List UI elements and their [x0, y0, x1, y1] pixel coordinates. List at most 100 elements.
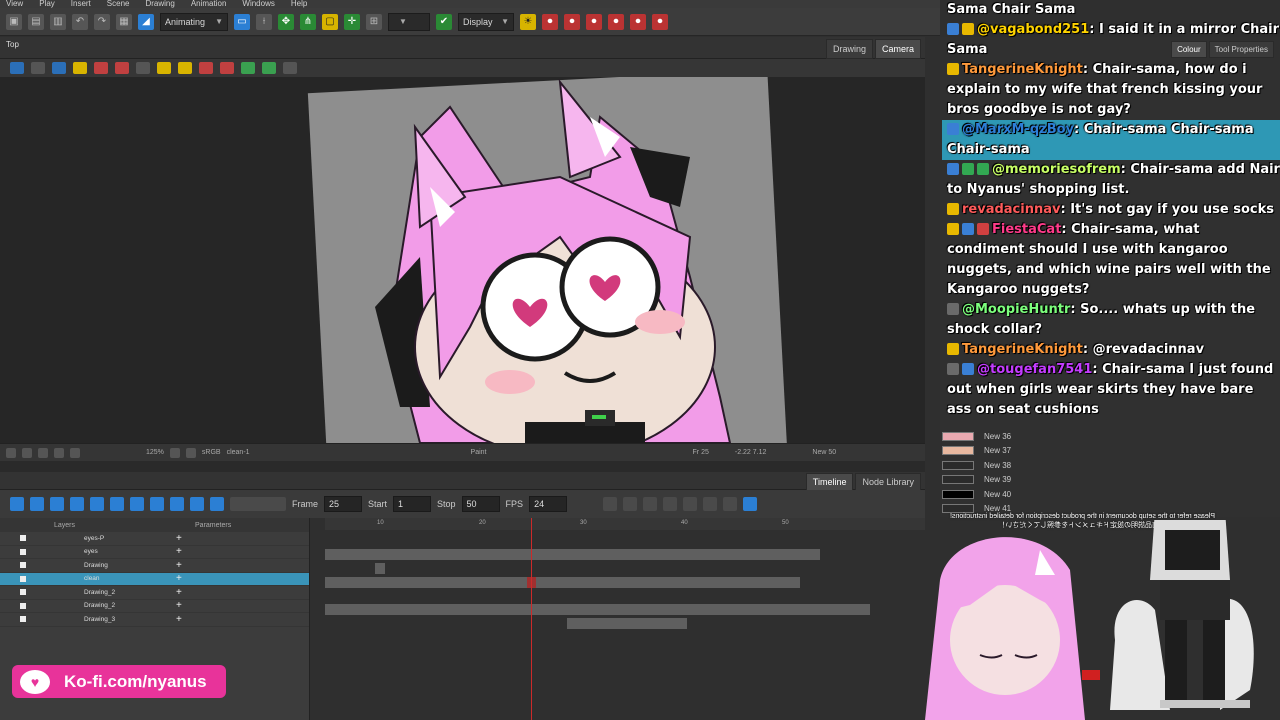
scene-icon[interactable]: ▥ [50, 13, 66, 30]
layer-track[interactable] [325, 604, 870, 615]
tangent-icon[interactable] [703, 497, 718, 511]
bounding-box-icon[interactable]: ▢ [322, 13, 338, 30]
color-swatch[interactable] [942, 446, 974, 455]
playhead[interactable] [531, 518, 532, 720]
add-keyframe-icon[interactable]: + [176, 600, 182, 611]
fps-field[interactable]: 24 [529, 496, 568, 512]
menu-help[interactable]: Help [291, 0, 307, 8]
lock-icon[interactable] [73, 62, 87, 74]
brush-toggle-icon[interactable]: ◢ [138, 13, 154, 30]
peg-icon[interactable]: ✥ [278, 13, 294, 30]
contour-tool-icon[interactable] [31, 62, 45, 74]
delete-key-icon[interactable] [723, 497, 738, 511]
menu-drawing[interactable]: Drawing [145, 0, 174, 8]
chat-username[interactable]: @tougefan7541 [977, 362, 1092, 377]
color-swatch[interactable] [942, 475, 974, 484]
safe-area-icon[interactable] [22, 447, 32, 458]
mode-select[interactable]: Animating ▼ [160, 12, 228, 31]
lightbulb-icon[interactable]: ☀ [520, 13, 536, 30]
layer-track[interactable] [325, 549, 820, 560]
play-selection-icon[interactable] [150, 497, 164, 511]
stop-field[interactable]: 50 [461, 496, 500, 512]
loop-icon[interactable] [170, 497, 184, 511]
grid-icon[interactable]: ⊞ [366, 13, 382, 30]
display-select[interactable]: Display ▼ [458, 12, 514, 31]
chat-username[interactable]: @MoopieHuntr [962, 302, 1070, 317]
visibility-toggle-icon[interactable] [20, 616, 26, 623]
layer-row[interactable]: eyes + [0, 546, 309, 559]
menu-animation[interactable]: Animation [191, 0, 227, 8]
layer-row[interactable]: Drawing_3 + [0, 613, 309, 627]
palette-entry[interactable]: New 36 [940, 429, 1280, 443]
zoom-select[interactable]: ▼ [388, 12, 430, 31]
layer-track[interactable] [375, 563, 385, 574]
sound-icon[interactable] [190, 497, 204, 511]
layer-track-selected[interactable] [325, 577, 800, 588]
chat-username[interactable]: TangerineKnight [962, 62, 1083, 77]
shape-tool-icon[interactable] [241, 62, 255, 74]
eraser-tool-icon[interactable] [136, 62, 150, 74]
chat-username[interactable]: TangerineKnight [962, 342, 1083, 357]
select-tool-icon[interactable] [10, 62, 24, 74]
layer-row[interactable]: Drawing_2 + [0, 586, 309, 600]
onion-skin-icon[interactable] [54, 447, 64, 458]
keyframe-icon-3[interactable]: ⏺ [586, 13, 602, 30]
next-frame-icon[interactable] [90, 497, 104, 511]
sound-scrub-icon[interactable] [210, 497, 224, 511]
kofi-link[interactable]: Ko-fi.com/nyanus [64, 672, 207, 692]
visibility-toggle-icon[interactable] [20, 589, 26, 596]
frame-field[interactable]: 25 [324, 496, 363, 512]
palette-entry[interactable]: New 40 [940, 487, 1280, 501]
layer-row[interactable]: clean + [0, 572, 309, 586]
save-all-icon[interactable]: ▤ [28, 13, 44, 30]
add-keyframe-icon[interactable]: + [176, 573, 182, 584]
tab-timeline[interactable]: Timeline [805, 473, 854, 491]
kofi-banner[interactable]: ♥ Ko-fi.com/nyanus [12, 665, 226, 698]
keyframe-icon-5[interactable]: ⏺ [630, 13, 646, 30]
palette-entry[interactable]: New 37 [940, 444, 1280, 458]
stop-motion-icon[interactable] [663, 497, 678, 511]
camera-viewport[interactable] [0, 77, 925, 443]
render-icon[interactable] [743, 497, 758, 511]
tab-node-library[interactable]: Node Library [855, 473, 921, 491]
timeline-exposure[interactable]: 10 20 30 40 50 [325, 518, 925, 720]
visibility-toggle-icon[interactable] [20, 562, 26, 569]
tab-drawing[interactable]: Drawing [825, 39, 873, 59]
paint-tool-icon[interactable] [157, 62, 171, 74]
undo-icon[interactable]: ↶ [72, 13, 88, 30]
ellipse-tool-icon[interactable] [262, 62, 276, 74]
reset-view-icon[interactable] [185, 447, 196, 458]
visibility-toggle-icon[interactable] [20, 602, 26, 609]
save-icon[interactable]: ▣ [6, 13, 22, 30]
visibility-toggle-icon[interactable] [20, 548, 26, 555]
curve-icon[interactable] [683, 497, 698, 511]
polyline-tool-icon[interactable] [283, 62, 297, 74]
view-mode-icon[interactable] [6, 447, 16, 458]
add-keyframe-icon[interactable]: + [176, 546, 182, 557]
chat-username[interactable]: revadacinnav [962, 202, 1060, 217]
prev-frame-icon[interactable] [30, 497, 44, 511]
pencil-tool-icon[interactable] [115, 62, 129, 74]
transform-icon[interactable]: ⟊ [256, 13, 272, 30]
move-icon[interactable]: ✛ [344, 13, 360, 30]
add-keyframe-icon[interactable]: + [176, 614, 182, 625]
key-type-icon[interactable] [603, 497, 618, 511]
visibility-toggle-icon[interactable] [20, 535, 26, 542]
chat-username[interactable]: @MarxM-qzBoy [962, 122, 1074, 137]
animate-mode-icon[interactable]: ✔ [436, 13, 452, 30]
start-field[interactable]: 1 [393, 496, 432, 512]
light-table-icon[interactable] [70, 447, 80, 458]
color-swatch[interactable] [942, 431, 974, 441]
motion-icon[interactable] [643, 497, 658, 511]
add-keyframe-icon[interactable]: + [176, 560, 182, 571]
play-icon[interactable] [130, 497, 144, 511]
palette-entry[interactable]: New 39 [940, 473, 1280, 487]
first-frame-icon[interactable] [10, 497, 24, 511]
layer-row[interactable]: eyes-P + [0, 532, 309, 546]
palette-entry[interactable]: New 38 [940, 458, 1280, 472]
layer-track[interactable] [567, 618, 687, 629]
visibility-toggle-icon[interactable] [20, 575, 26, 582]
next-key-icon[interactable] [70, 497, 84, 511]
color-swatch[interactable] [942, 489, 974, 499]
frame-ruler[interactable]: 10 20 30 40 50 [325, 518, 925, 530]
